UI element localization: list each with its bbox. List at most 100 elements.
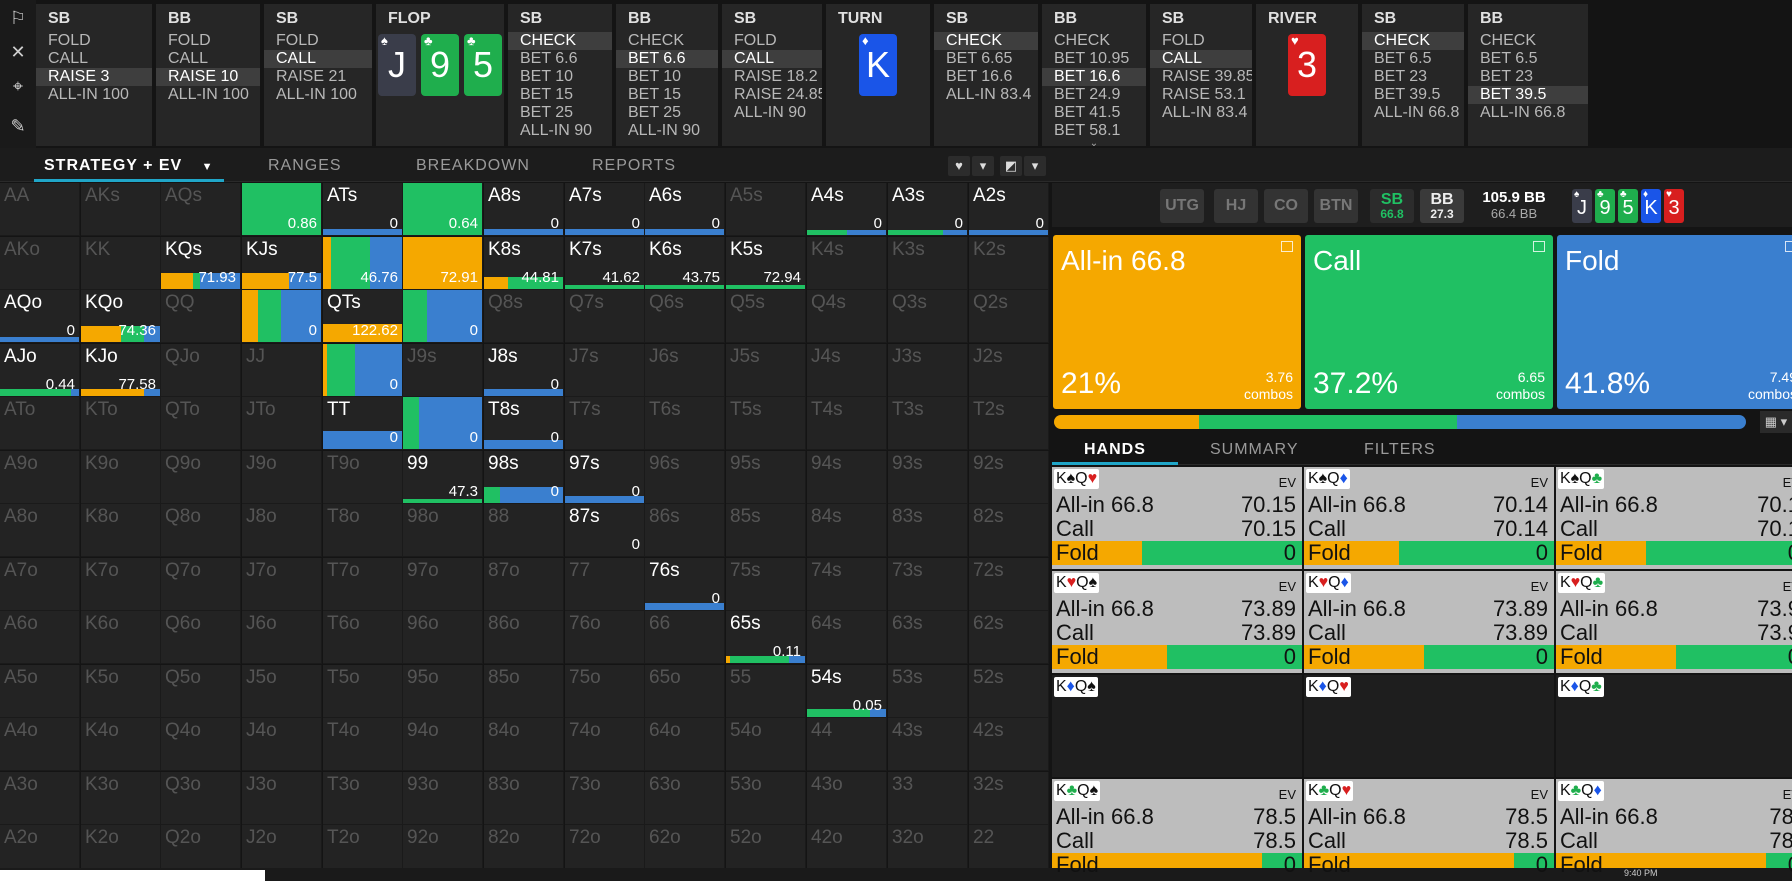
tab-breakdown[interactable]: BREAKDOWN: [416, 157, 530, 175]
range-cell[interactable]: J7o: [242, 557, 322, 611]
range-cell[interactable]: 98o: [403, 504, 483, 557]
range-cell[interactable]: T5o: [323, 664, 403, 718]
range-cell[interactable]: 42s: [969, 718, 1049, 771]
action-option[interactable]: ALL-IN 100: [264, 86, 372, 104]
range-cell[interactable]: Q5o: [161, 664, 241, 718]
action-option[interactable]: ALL-IN 90: [616, 122, 718, 140]
action-option[interactable]: RAISE 39.85: [1150, 68, 1252, 86]
bookmark-icon[interactable]: ⚐: [6, 6, 30, 30]
range-cell[interactable]: A8s 0: [484, 183, 564, 236]
range-cell[interactable]: 75s: [726, 557, 806, 611]
strip-column-12[interactable]: SB CHECK BET 6.5 BET 23 BET 39.5 ALL-IN 66.8: [1362, 4, 1464, 146]
range-cell[interactable]: K9s72.91: [403, 236, 483, 290]
range-cell[interactable]: 43s: [888, 718, 968, 771]
range-cell[interactable]: KQs 71.93: [161, 236, 241, 290]
range-cell[interactable]: 73s: [888, 557, 968, 611]
range-cell[interactable]: 66: [645, 611, 725, 664]
action-option[interactable]: RAISE 53.1: [1150, 86, 1252, 104]
range-cell[interactable]: 43o: [807, 771, 887, 825]
range-cell[interactable]: 76s 0: [645, 557, 725, 611]
strip-column-9[interactable]: BB CHECK BET 10.95 BET 16.6 BET 24.9 BET 41.5…: [1042, 4, 1146, 146]
action-option[interactable]: ALL-IN 90: [508, 122, 612, 140]
range-cell[interactable]: KTs46.76: [323, 236, 403, 290]
range-cell[interactable]: 93o: [403, 771, 483, 825]
action-option[interactable]: FOLD: [156, 32, 260, 50]
action-option[interactable]: BET 6.5: [1362, 50, 1464, 68]
range-cell[interactable]: QJo: [161, 343, 241, 397]
brush-icon[interactable]: ✎: [6, 114, 30, 138]
chevron-down-icon[interactable]: ▾: [1024, 156, 1046, 176]
position-utg[interactable]: UTG: [1160, 189, 1204, 223]
action-option[interactable]: BET 6.6: [508, 50, 612, 68]
range-cell[interactable]: AQs: [161, 183, 241, 236]
range-cell[interactable]: 65o: [645, 664, 725, 718]
range-cell[interactable]: KQo 74.36: [81, 290, 161, 343]
hand-combo-card[interactable]: K♦Q♣: [1556, 675, 1792, 777]
range-cell[interactable]: 95o: [403, 664, 483, 718]
range-cell[interactable]: J6o: [242, 611, 322, 664]
range-cell[interactable]: 33: [888, 771, 968, 825]
action-option[interactable]: BET 10.95: [1042, 50, 1146, 68]
chevron-down-icon[interactable]: ▾: [972, 156, 994, 176]
range-cell[interactable]: J7s: [565, 343, 645, 397]
range-cell[interactable]: 83o: [484, 771, 564, 825]
action-option[interactable]: ALL-IN 83.4: [1150, 104, 1252, 122]
range-cell[interactable]: J4s: [807, 343, 887, 397]
action-option[interactable]: RAISE 3: [36, 68, 152, 86]
position-btn[interactable]: BTN: [1314, 189, 1358, 223]
range-cell[interactable]: K7o: [81, 557, 161, 611]
hand-combo-card[interactable]: K♣Q♠ EV All-in 66.8 78.5 Call 78.5 Fold 0: [1052, 779, 1302, 881]
action-tile-call[interactable]: Call 37.2% 6.65 combos: [1305, 235, 1553, 409]
range-cell[interactable]: A7s 0: [565, 183, 645, 236]
action-option[interactable]: ALL-IN 66.8: [1468, 104, 1588, 122]
range-cell[interactable]: K3o: [81, 771, 161, 825]
position-co[interactable]: CO: [1264, 189, 1308, 223]
range-cell[interactable]: KK: [81, 236, 161, 290]
range-cell[interactable]: Q6o: [161, 611, 241, 664]
range-cell[interactable]: QTs 122.62: [323, 290, 403, 343]
range-cell[interactable]: T4s: [807, 397, 887, 450]
range-cell[interactable]: A4s 0: [807, 183, 887, 236]
range-cell[interactable]: A9s0.64: [403, 183, 483, 236]
tab-ranges[interactable]: RANGES: [268, 157, 342, 175]
details-icon[interactable]: [1533, 241, 1545, 252]
hand-combo-card[interactable]: K♥Q♦ EV All-in 66.8 73.89 Call 73.89 Fold 0: [1304, 571, 1554, 673]
range-cell[interactable]: QJs0: [242, 290, 322, 343]
range-cell[interactable]: 98s 0: [484, 450, 564, 504]
hand-combo-card[interactable]: K♣Q♦ EV All-in 66.8 78. Call 78. Fold 0: [1556, 779, 1792, 881]
range-cell[interactable]: 85o: [484, 664, 564, 718]
range-cell[interactable]: 97o: [403, 557, 483, 611]
range-cell[interactable]: Q7s: [565, 290, 645, 343]
range-cell[interactable]: JJ: [242, 343, 322, 397]
range-cell[interactable]: 74s: [807, 557, 887, 611]
range-cell[interactable]: 52s: [969, 664, 1049, 718]
range-cell[interactable]: J2s: [969, 343, 1049, 397]
range-cell[interactable]: T2s: [969, 397, 1049, 450]
range-cell[interactable]: 87s 0: [565, 504, 645, 557]
action-option[interactable]: CHECK: [1042, 32, 1146, 50]
action-option[interactable]: BET 25: [508, 104, 612, 122]
range-cell[interactable]: 54o: [726, 718, 806, 771]
action-option[interactable]: CHECK: [1362, 32, 1464, 50]
range-cell[interactable]: 76o: [565, 611, 645, 664]
range-cell[interactable]: J9o: [242, 450, 322, 504]
range-cell[interactable]: T6o: [323, 611, 403, 664]
range-cell[interactable]: 93s: [888, 450, 968, 504]
action-option[interactable]: BET 10: [508, 68, 612, 86]
range-cell[interactable]: K3s: [888, 236, 968, 290]
range-cell[interactable]: Q8s: [484, 290, 564, 343]
range-cell[interactable]: K5o: [81, 664, 161, 718]
tab-hands[interactable]: HANDS: [1084, 441, 1146, 459]
action-option[interactable]: ALL-IN 100: [36, 86, 152, 104]
range-cell[interactable]: J3s: [888, 343, 968, 397]
range-cell[interactable]: AKo: [0, 236, 80, 290]
range-cell[interactable]: 88: [484, 504, 564, 557]
range-cell[interactable]: J5s: [726, 343, 806, 397]
range-cell[interactable]: JTo: [242, 397, 322, 450]
action-option[interactable]: RAISE 10: [156, 68, 260, 86]
range-cell[interactable]: Q3s: [888, 290, 968, 343]
range-cell[interactable]: K2s: [969, 236, 1049, 290]
action-option[interactable]: CALL: [156, 50, 260, 68]
range-cell[interactable]: AJo 0.44: [0, 343, 80, 397]
range-cell[interactable]: T8o: [323, 504, 403, 557]
